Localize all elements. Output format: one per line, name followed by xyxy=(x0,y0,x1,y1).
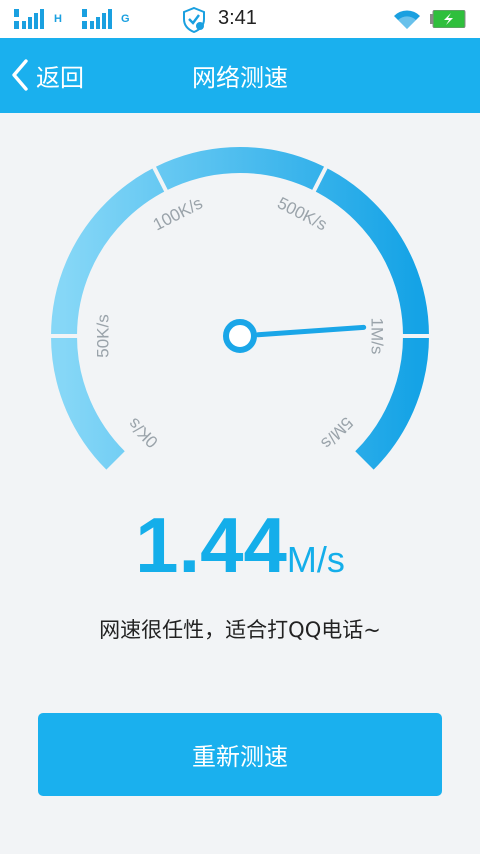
gauge-tick-label: 100K/s xyxy=(150,193,206,234)
speed-comment: 网速很任性，适合打QQ电话~ xyxy=(99,618,381,642)
retest-button[interactable]: 重新测速 xyxy=(38,713,442,796)
gauge-tick-label: 500K/s xyxy=(274,193,330,234)
security-shield-icon xyxy=(183,7,205,33)
gauge-dividers xyxy=(50,165,430,338)
wifi-icon xyxy=(394,10,420,29)
clock: 3:41 xyxy=(218,7,257,29)
gauge-tick-label: 1M/s xyxy=(368,318,387,355)
gauge-tick-label: 5M/s xyxy=(317,413,356,452)
battery-charging-icon xyxy=(430,10,466,28)
chevron-left-icon xyxy=(12,59,28,91)
status-bar: H G 3:41 xyxy=(0,0,480,38)
speed-gauge: 0K/s 50K/s 100K/s 500K/s 1M/s 5M/s xyxy=(50,147,430,470)
speed-unit: M/s xyxy=(286,539,345,580)
network-type-sim1: H xyxy=(54,13,62,25)
network-type-sim2: G xyxy=(121,13,130,25)
gauge-tick-label: 0K/s xyxy=(124,414,161,451)
speed-value: 1.44 xyxy=(135,501,287,589)
back-label: 返回 xyxy=(36,63,84,92)
signal-icon-sim1 xyxy=(14,9,44,29)
gauge-arc xyxy=(51,147,429,470)
speed-readout: 1.44M/s xyxy=(0,500,480,591)
gauge-needle xyxy=(255,324,367,338)
gauge-tick-label: 50K/s xyxy=(93,314,112,357)
signal-icon-sim2 xyxy=(82,9,112,29)
app-header: 返回 网络测速 xyxy=(0,38,480,113)
back-button[interactable]: 返回 xyxy=(10,52,110,98)
gauge-hub xyxy=(223,319,257,353)
